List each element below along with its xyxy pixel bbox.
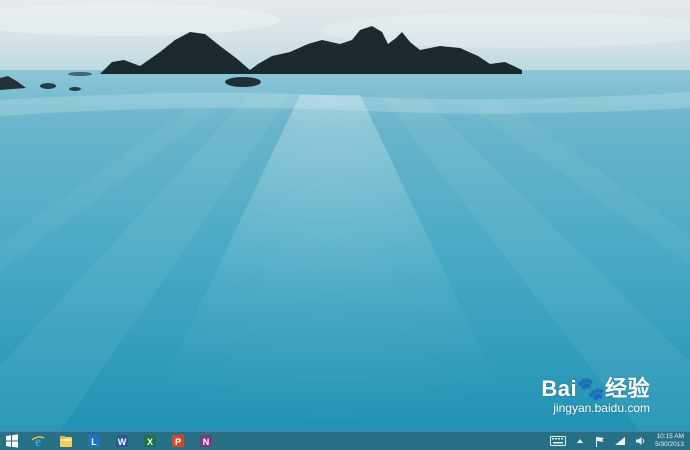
clock-time: 10:15 AM (656, 433, 684, 440)
word-icon: W (116, 435, 128, 447)
watermark-brand: Bai🐾经验 (541, 376, 650, 401)
word-button[interactable]: W (108, 432, 136, 450)
baidu-watermark: Bai🐾经验 jingyan.baidu.com (541, 376, 650, 416)
lync-button[interactable]: L (80, 432, 108, 450)
powerpoint-button[interactable]: P (164, 432, 192, 450)
volume-icon (635, 437, 644, 445)
svg-text:W: W (118, 437, 127, 447)
taskbar-pinned-apps: e L W X P N (0, 432, 220, 450)
wallpaper-image (0, 0, 690, 431)
windows-logo-icon (6, 434, 18, 448)
excel-button[interactable]: X (136, 432, 164, 450)
volume-button[interactable] (633, 435, 647, 447)
touch-keyboard-button[interactable] (549, 435, 567, 447)
flag-icon (596, 436, 605, 447)
start-button[interactable] (0, 432, 24, 450)
show-hidden-chevron-icon (577, 439, 584, 443)
clock-date: 5/30/2013 (655, 441, 684, 448)
onenote-button[interactable]: N (192, 432, 220, 450)
clock[interactable]: 10:15 AM 5/30/2013 (655, 433, 684, 449)
onenote-icon: N (200, 435, 212, 447)
show-hidden-icons-button[interactable] (573, 435, 587, 447)
svg-text:P: P (175, 437, 181, 447)
internet-explorer-button[interactable]: e (24, 432, 52, 450)
powerpoint-icon: P (172, 435, 184, 447)
keyboard-icon (550, 436, 567, 446)
svg-text:L: L (91, 437, 97, 447)
lync-icon: L (88, 435, 100, 447)
folder-icon (60, 436, 72, 447)
internet-explorer-icon: e (31, 435, 45, 448)
taskbar: e L W X P N 10:15 AM 5/30/2013 (0, 431, 690, 450)
network-icon (615, 437, 626, 445)
action-center-button[interactable] (593, 435, 607, 447)
system-tray: 10:15 AM 5/30/2013 (543, 432, 690, 450)
file-explorer-button[interactable] (52, 432, 80, 450)
watermark-url: jingyan.baidu.com (553, 401, 650, 415)
excel-icon: X (144, 435, 156, 447)
svg-text:X: X (147, 437, 153, 447)
svg-text:N: N (203, 437, 210, 447)
network-button[interactable] (613, 435, 627, 447)
desktop-wallpaper: Bai🐾经验 jingyan.baidu.com (0, 0, 690, 431)
